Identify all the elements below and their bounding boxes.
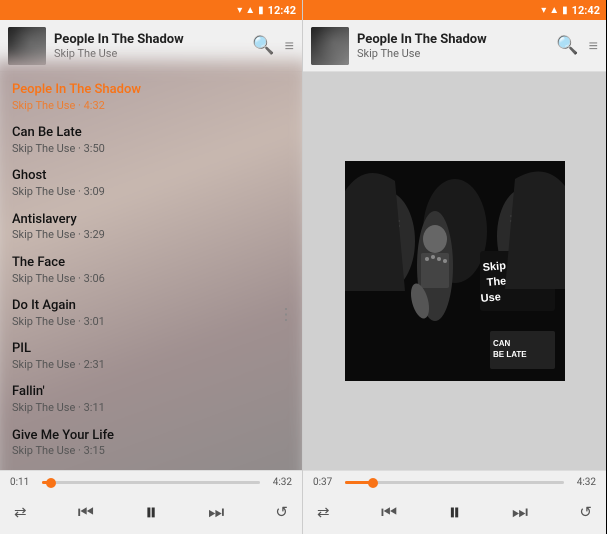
song-meta: Skip The Use · 3:29 <box>12 228 290 242</box>
left-prev-btn[interactable]: ⏮ <box>78 502 94 523</box>
song-title: Ghost <box>12 168 290 185</box>
svg-text:Use: Use <box>480 291 501 305</box>
right-player-controls: ⇄ ⏮ ⏸ ⏭ ↺ <box>303 492 606 534</box>
right-top-bar: People In The Shadow Skip The Use 🔍 ≡ <box>303 20 606 72</box>
left-status-bar: ▾ ▲ ▮ 12:42 <box>0 0 302 20</box>
song-item[interactable]: Give Me Your LifeSkip The Use · 3:15 <box>0 422 302 465</box>
song-item[interactable]: AntislaverySkip The Use · 3:29 <box>0 206 302 249</box>
song-title: Fallin' <box>12 384 290 401</box>
left-play-btn[interactable]: ⏸ <box>145 498 157 526</box>
right-header-text: People In The Shadow Skip The Use <box>357 32 548 60</box>
right-wifi-icon: ▲ <box>549 5 559 16</box>
left-panel: ▾ ▲ ▮ 12:42 People In The Shadow Skip Th… <box>0 0 303 534</box>
right-search-icon[interactable]: 🔍 <box>556 37 578 55</box>
right-repeat-btn[interactable]: ↺ <box>579 503 592 521</box>
svg-text:CAN: CAN <box>493 339 511 348</box>
svg-text:Skip: Skip <box>482 260 506 274</box>
right-header-title: People In The Shadow <box>357 32 548 47</box>
left-header-icons: 🔍 ≡ <box>252 37 294 55</box>
left-progress-track[interactable] <box>42 481 260 484</box>
song-meta: Skip The Use · 3:50 <box>12 142 290 156</box>
left-status-icons: ▾ ▲ ▮ <box>237 5 263 16</box>
album-art: Skip The Use CAN BE LATE <box>345 161 565 381</box>
left-repeat-btn[interactable]: ↺ <box>275 503 288 521</box>
right-prev-btn[interactable]: ⏮ <box>381 502 397 523</box>
song-title: PIL <box>12 341 290 358</box>
more-options-btn[interactable]: ⋮ <box>278 304 294 323</box>
right-header-subtitle: Skip The Use <box>357 47 548 60</box>
right-album-thumb <box>311 27 349 65</box>
left-current-time: 0:11 <box>10 477 36 488</box>
song-title: People In The Shadow <box>12 82 290 99</box>
song-item[interactable]: Fallin'Skip The Use · 3:11 <box>0 378 302 421</box>
left-time: 12:42 <box>268 4 296 17</box>
right-progress-section: 0:37 4:32 <box>303 470 606 492</box>
left-header-text: People In The Shadow Skip The Use <box>54 32 244 60</box>
song-item[interactable]: People In The ShadowSkip The Use · 4:32 <box>0 76 302 119</box>
playlist-icon[interactable]: ≡ <box>285 38 294 54</box>
right-total-time: 4:32 <box>570 477 596 488</box>
left-progress-section: 0:11 4:32 <box>0 470 302 492</box>
right-play-btn[interactable]: ⏸ <box>449 498 461 526</box>
left-total-time: 4:32 <box>266 477 292 488</box>
song-meta: Skip The Use · 3:09 <box>12 185 290 199</box>
left-progress-bar-container: 0:11 4:32 <box>10 477 292 488</box>
right-battery-icon: ▮ <box>562 5 568 16</box>
left-player-controls: ⇄ ⏮ ⏸ ⏭ ↺ <box>0 492 302 534</box>
album-art-svg: Skip The Use CAN BE LATE <box>345 161 565 381</box>
left-album-thumb <box>8 27 46 65</box>
wifi-icon: ▲ <box>245 5 255 16</box>
album-art-area: Skip The Use CAN BE LATE <box>303 72 606 470</box>
right-status-bar: ▾ ▲ ▮ 12:42 <box>303 0 606 20</box>
song-title: Antislavery <box>12 212 290 229</box>
signal-icon: ▾ <box>237 5 242 16</box>
right-header-icons: 🔍 ≡ <box>556 37 598 55</box>
left-progress-thumb <box>46 478 56 488</box>
song-item[interactable]: Do It AgainSkip The Use · 3:01⋮ <box>0 292 302 335</box>
right-status-icons: ▾ ▲ ▮ <box>541 5 567 16</box>
svg-text:BE LATE: BE LATE <box>493 350 527 359</box>
right-panel: ▾ ▲ ▮ 12:42 People In The Shadow Skip Th… <box>303 0 606 534</box>
right-shuffle-btn[interactable]: ⇄ <box>317 503 330 521</box>
song-title: Do It Again <box>12 298 290 315</box>
left-header-subtitle: Skip The Use <box>54 47 244 60</box>
right-time: 12:42 <box>572 4 600 17</box>
right-signal-icon: ▾ <box>541 5 546 16</box>
song-title: The Face <box>12 255 290 272</box>
right-progress-bar-container: 0:37 4:32 <box>313 477 596 488</box>
song-meta: Skip The Use · 4:32 <box>12 99 290 113</box>
right-progress-thumb <box>368 478 378 488</box>
song-meta: Skip The Use · 3:06 <box>12 272 290 286</box>
song-meta: Skip The Use · 3:11 <box>12 401 290 415</box>
svg-text:The: The <box>486 275 507 289</box>
right-current-time: 0:37 <box>313 477 339 488</box>
search-icon[interactable]: 🔍 <box>252 37 274 55</box>
left-header-title: People In The Shadow <box>54 32 244 47</box>
song-meta: Skip The Use · 2:31 <box>12 358 290 372</box>
song-title: Can Be Late <box>12 125 290 142</box>
right-playlist-icon[interactable]: ≡ <box>589 38 598 54</box>
battery-icon: ▮ <box>258 5 264 16</box>
left-next-btn[interactable]: ⏭ <box>208 502 224 523</box>
song-title: Give Me Your Life <box>12 428 290 445</box>
song-meta: Skip The Use · 3:01 <box>12 315 290 329</box>
song-item[interactable]: GhostSkip The Use · 3:09 <box>0 162 302 205</box>
song-item[interactable]: PILSkip The Use · 2:31 <box>0 335 302 378</box>
right-next-btn[interactable]: ⏭ <box>512 502 528 523</box>
song-list[interactable]: People In The ShadowSkip The Use · 4:32C… <box>0 72 302 470</box>
song-item[interactable]: The FaceSkip The Use · 3:06 <box>0 249 302 292</box>
song-meta: Skip The Use · 3:15 <box>12 444 290 458</box>
left-shuffle-btn[interactable]: ⇄ <box>14 503 27 521</box>
song-item[interactable]: Can Be LateSkip The Use · 3:50 <box>0 119 302 162</box>
right-progress-track[interactable] <box>345 481 564 484</box>
